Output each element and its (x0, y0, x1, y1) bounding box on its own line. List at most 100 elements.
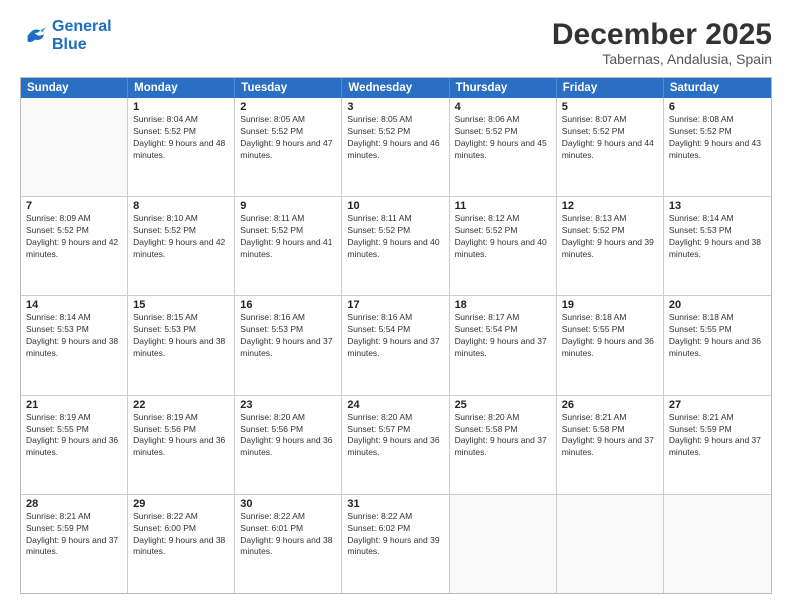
day-number: 24 (347, 399, 443, 411)
cell-info: Sunrise: 8:16 AMSunset: 5:54 PMDaylight:… (347, 312, 443, 360)
day-number: 27 (669, 399, 766, 411)
calendar-cell: 9Sunrise: 8:11 AMSunset: 5:52 PMDaylight… (235, 197, 342, 295)
cell-info: Sunrise: 8:22 AMSunset: 6:00 PMDaylight:… (133, 511, 229, 559)
cell-info: Sunrise: 8:19 AMSunset: 5:56 PMDaylight:… (133, 412, 229, 460)
calendar-cell: 24Sunrise: 8:20 AMSunset: 5:57 PMDayligh… (342, 396, 449, 494)
calendar-cell: 28Sunrise: 8:21 AMSunset: 5:59 PMDayligh… (21, 495, 128, 593)
calendar-cell: 22Sunrise: 8:19 AMSunset: 5:56 PMDayligh… (128, 396, 235, 494)
calendar-cell: 4Sunrise: 8:06 AMSunset: 5:52 PMDaylight… (450, 98, 557, 196)
calendar-cell: 5Sunrise: 8:07 AMSunset: 5:52 PMDaylight… (557, 98, 664, 196)
cell-info: Sunrise: 8:20 AMSunset: 5:56 PMDaylight:… (240, 412, 336, 460)
weekday-header: Thursday (450, 78, 557, 98)
calendar-cell: 29Sunrise: 8:22 AMSunset: 6:00 PMDayligh… (128, 495, 235, 593)
calendar-row: 14Sunrise: 8:14 AMSunset: 5:53 PMDayligh… (21, 296, 771, 395)
day-number: 30 (240, 498, 336, 510)
calendar-cell: 17Sunrise: 8:16 AMSunset: 5:54 PMDayligh… (342, 296, 449, 394)
calendar-cell (664, 495, 771, 593)
calendar-cell: 10Sunrise: 8:11 AMSunset: 5:52 PMDayligh… (342, 197, 449, 295)
weekday-header: Saturday (664, 78, 771, 98)
day-number: 1 (133, 101, 229, 113)
calendar-cell: 1Sunrise: 8:04 AMSunset: 5:52 PMDaylight… (128, 98, 235, 196)
cell-info: Sunrise: 8:11 AMSunset: 5:52 PMDaylight:… (240, 213, 336, 261)
cell-info: Sunrise: 8:22 AMSunset: 6:01 PMDaylight:… (240, 511, 336, 559)
cell-info: Sunrise: 8:20 AMSunset: 5:58 PMDaylight:… (455, 412, 551, 460)
weekday-header: Tuesday (235, 78, 342, 98)
calendar-cell: 8Sunrise: 8:10 AMSunset: 5:52 PMDaylight… (128, 197, 235, 295)
cell-info: Sunrise: 8:05 AMSunset: 5:52 PMDaylight:… (347, 114, 443, 162)
day-number: 19 (562, 299, 658, 311)
cell-info: Sunrise: 8:07 AMSunset: 5:52 PMDaylight:… (562, 114, 658, 162)
day-number: 26 (562, 399, 658, 411)
cell-info: Sunrise: 8:04 AMSunset: 5:52 PMDaylight:… (133, 114, 229, 162)
cell-info: Sunrise: 8:09 AMSunset: 5:52 PMDaylight:… (26, 213, 122, 261)
title-block: December 2025 Tabernas, Andalusia, Spain (552, 18, 772, 67)
calendar-header: SundayMondayTuesdayWednesdayThursdayFrid… (21, 78, 771, 98)
day-number: 4 (455, 101, 551, 113)
cell-info: Sunrise: 8:13 AMSunset: 5:52 PMDaylight:… (562, 213, 658, 261)
weekday-header: Monday (128, 78, 235, 98)
day-number: 22 (133, 399, 229, 411)
day-number: 23 (240, 399, 336, 411)
calendar-row: 7Sunrise: 8:09 AMSunset: 5:52 PMDaylight… (21, 197, 771, 296)
day-number: 21 (26, 399, 122, 411)
location: Tabernas, Andalusia, Spain (552, 51, 772, 67)
calendar-cell: 25Sunrise: 8:20 AMSunset: 5:58 PMDayligh… (450, 396, 557, 494)
day-number: 20 (669, 299, 766, 311)
calendar-body: 1Sunrise: 8:04 AMSunset: 5:52 PMDaylight… (21, 98, 771, 593)
day-number: 29 (133, 498, 229, 510)
calendar-cell: 3Sunrise: 8:05 AMSunset: 5:52 PMDaylight… (342, 98, 449, 196)
cell-info: Sunrise: 8:16 AMSunset: 5:53 PMDaylight:… (240, 312, 336, 360)
calendar-cell: 19Sunrise: 8:18 AMSunset: 5:55 PMDayligh… (557, 296, 664, 394)
calendar-cell: 6Sunrise: 8:08 AMSunset: 5:52 PMDaylight… (664, 98, 771, 196)
calendar-cell: 2Sunrise: 8:05 AMSunset: 5:52 PMDaylight… (235, 98, 342, 196)
cell-info: Sunrise: 8:19 AMSunset: 5:55 PMDaylight:… (26, 412, 122, 460)
cell-info: Sunrise: 8:14 AMSunset: 5:53 PMDaylight:… (669, 213, 766, 261)
day-number: 10 (347, 200, 443, 212)
day-number: 16 (240, 299, 336, 311)
calendar-cell: 16Sunrise: 8:16 AMSunset: 5:53 PMDayligh… (235, 296, 342, 394)
calendar-cell: 15Sunrise: 8:15 AMSunset: 5:53 PMDayligh… (128, 296, 235, 394)
cell-info: Sunrise: 8:15 AMSunset: 5:53 PMDaylight:… (133, 312, 229, 360)
day-number: 6 (669, 101, 766, 113)
calendar-row: 28Sunrise: 8:21 AMSunset: 5:59 PMDayligh… (21, 495, 771, 593)
cell-info: Sunrise: 8:18 AMSunset: 5:55 PMDaylight:… (669, 312, 766, 360)
day-number: 7 (26, 200, 122, 212)
cell-info: Sunrise: 8:21 AMSunset: 5:58 PMDaylight:… (562, 412, 658, 460)
cell-info: Sunrise: 8:21 AMSunset: 5:59 PMDaylight:… (26, 511, 122, 559)
day-number: 25 (455, 399, 551, 411)
calendar-cell (450, 495, 557, 593)
calendar-cell: 21Sunrise: 8:19 AMSunset: 5:55 PMDayligh… (21, 396, 128, 494)
day-number: 9 (240, 200, 336, 212)
day-number: 2 (240, 101, 336, 113)
logo: General Blue (20, 18, 112, 53)
day-number: 28 (26, 498, 122, 510)
header: General Blue December 2025 Tabernas, And… (20, 18, 772, 67)
weekday-header: Sunday (21, 78, 128, 98)
cell-info: Sunrise: 8:14 AMSunset: 5:53 PMDaylight:… (26, 312, 122, 360)
cell-info: Sunrise: 8:21 AMSunset: 5:59 PMDaylight:… (669, 412, 766, 460)
cell-info: Sunrise: 8:08 AMSunset: 5:52 PMDaylight:… (669, 114, 766, 162)
day-number: 14 (26, 299, 122, 311)
calendar-row: 21Sunrise: 8:19 AMSunset: 5:55 PMDayligh… (21, 396, 771, 495)
calendar-cell: 11Sunrise: 8:12 AMSunset: 5:52 PMDayligh… (450, 197, 557, 295)
calendar-row: 1Sunrise: 8:04 AMSunset: 5:52 PMDaylight… (21, 98, 771, 197)
weekday-header: Wednesday (342, 78, 449, 98)
cell-info: Sunrise: 8:20 AMSunset: 5:57 PMDaylight:… (347, 412, 443, 460)
calendar-cell (21, 98, 128, 196)
calendar-cell: 13Sunrise: 8:14 AMSunset: 5:53 PMDayligh… (664, 197, 771, 295)
calendar-cell: 18Sunrise: 8:17 AMSunset: 5:54 PMDayligh… (450, 296, 557, 394)
day-number: 15 (133, 299, 229, 311)
cell-info: Sunrise: 8:10 AMSunset: 5:52 PMDaylight:… (133, 213, 229, 261)
day-number: 17 (347, 299, 443, 311)
day-number: 5 (562, 101, 658, 113)
day-number: 13 (669, 200, 766, 212)
day-number: 3 (347, 101, 443, 113)
cell-info: Sunrise: 8:18 AMSunset: 5:55 PMDaylight:… (562, 312, 658, 360)
calendar-cell: 26Sunrise: 8:21 AMSunset: 5:58 PMDayligh… (557, 396, 664, 494)
calendar-cell: 14Sunrise: 8:14 AMSunset: 5:53 PMDayligh… (21, 296, 128, 394)
cell-info: Sunrise: 8:12 AMSunset: 5:52 PMDaylight:… (455, 213, 551, 261)
cell-info: Sunrise: 8:17 AMSunset: 5:54 PMDaylight:… (455, 312, 551, 360)
day-number: 18 (455, 299, 551, 311)
month-year: December 2025 (552, 18, 772, 51)
calendar: SundayMondayTuesdayWednesdayThursdayFrid… (20, 77, 772, 594)
